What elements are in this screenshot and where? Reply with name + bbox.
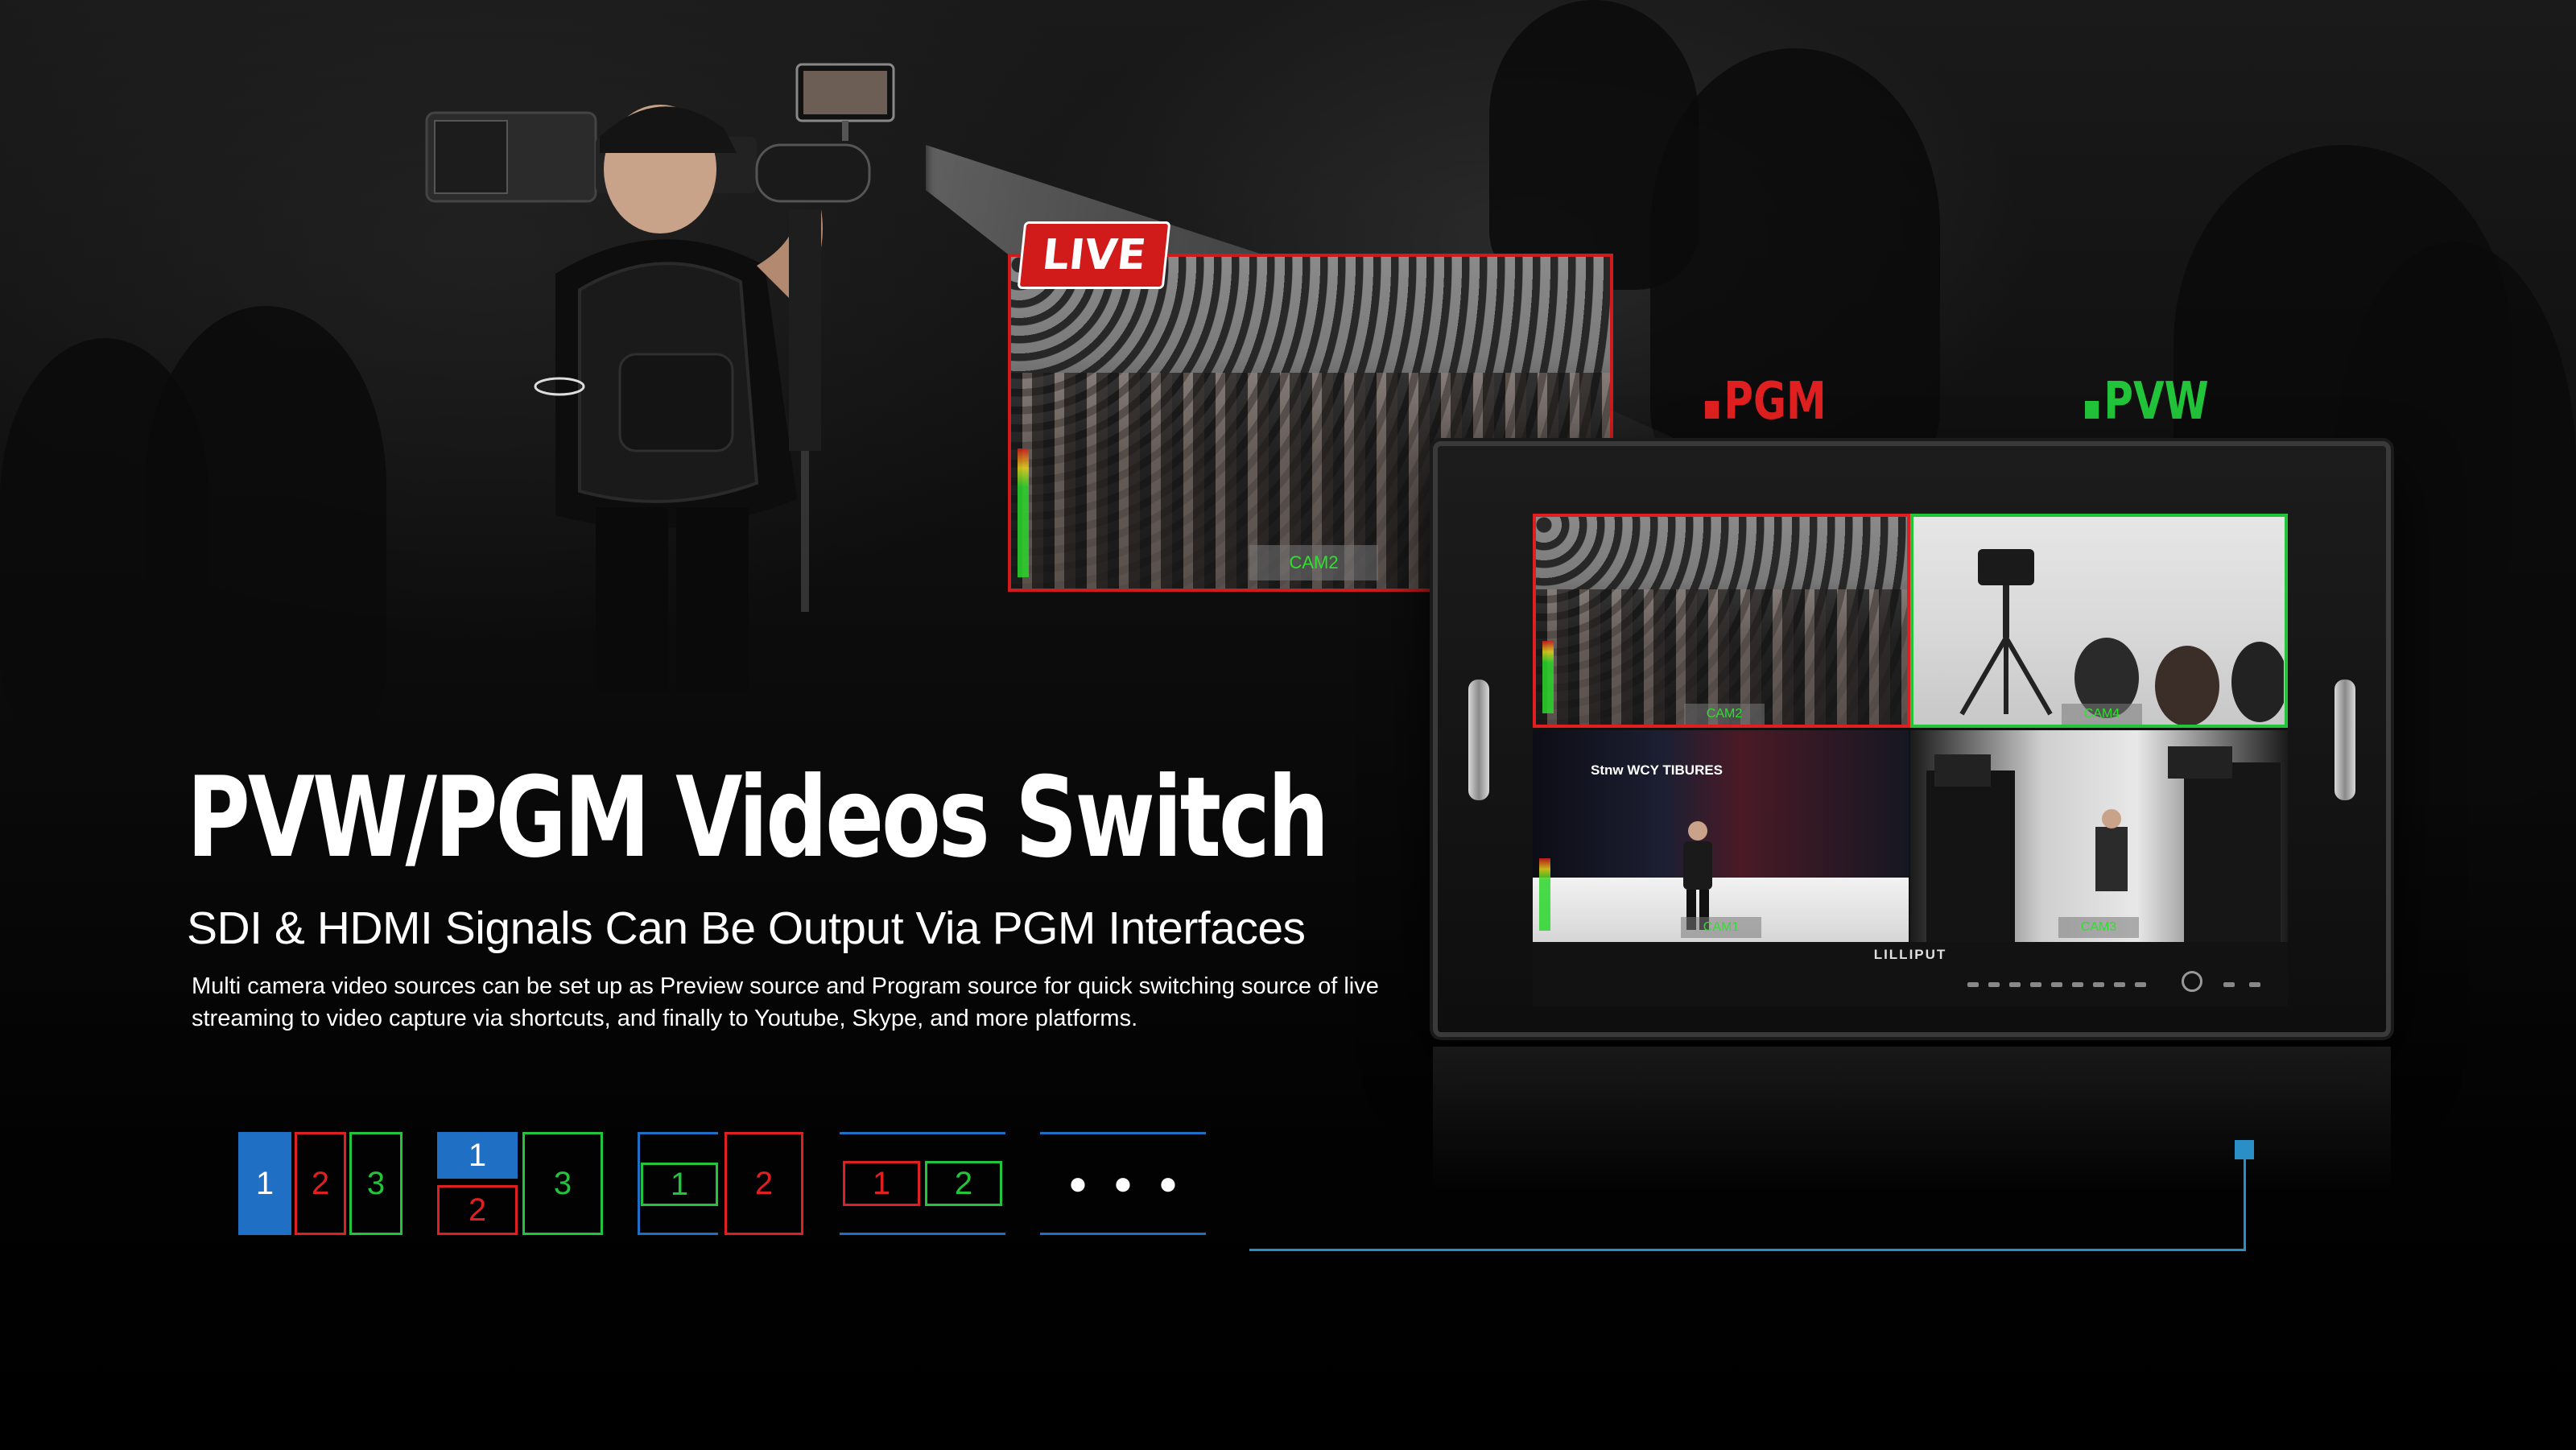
camera-operator-illustration (425, 63, 895, 692)
layout-cell-1: 1 (437, 1132, 518, 1179)
monitor-button[interactable] (2114, 982, 2125, 987)
bg-silhouette (145, 306, 386, 757)
crowd-scene (1536, 517, 1907, 725)
quad-camera-label: CAM3 (2058, 917, 2139, 938)
quad-cam1[interactable]: Stnw WCY TIBURES CAM1 (1533, 728, 1910, 942)
right-handle (2334, 680, 2355, 800)
pgm-tag: PGM (1705, 372, 1827, 432)
layout-cell-1: 1 (843, 1161, 920, 1206)
audio-meter (1539, 858, 1550, 931)
layout-icon-pip-left[interactable]: 1 2 (638, 1132, 807, 1235)
camera-operators-icon (1926, 746, 2281, 942)
quad-pvw[interactable]: CAM4 (1910, 514, 2288, 728)
stage-screen-text: Stnw WCY TIBURES (1591, 762, 1724, 778)
pgm-indicator-icon (1705, 401, 1719, 419)
monitor-button[interactable] (2093, 982, 2104, 987)
monitor-screen: CAM2 CAM4 Stnw WCY TIBURES CAM1 CAM3 (1533, 514, 2288, 942)
connector-line-horizontal (1249, 1249, 2246, 1251)
quad-camera-label: CAM1 (1681, 917, 1761, 938)
more-dot-icon: ● (1067, 1165, 1088, 1201)
monitor-reflection (1433, 1047, 2391, 1192)
description: Multi camera video sources can be set up… (192, 973, 1379, 1031)
layout-icon-side-by-side[interactable]: 1 2 (840, 1132, 1009, 1235)
monitor-button[interactable] (2135, 982, 2146, 987)
layout-icon-stacked-pair[interactable]: 1 2 3 (437, 1132, 606, 1235)
layout-cell-2: 2 (437, 1185, 518, 1235)
monitor-button[interactable] (1967, 982, 1979, 987)
power-button[interactable] (2223, 982, 2235, 987)
layout-icon-three-columns[interactable]: 1 2 3 (238, 1132, 407, 1235)
pvw-indicator-icon (2085, 401, 2099, 419)
pgm-tag-label: PGM (1724, 372, 1827, 432)
layout-icon-more[interactable]: ● ● ● (1040, 1132, 1209, 1235)
more-dot-icon: ● (1113, 1165, 1133, 1201)
layout-cell-3: 3 (349, 1132, 402, 1235)
layout-cell-2: 2 (295, 1132, 346, 1235)
live-camera-label: CAM2 (1249, 545, 1378, 580)
subheadline: SDI & HDMI Signals Can Be Output Via PGM… (187, 903, 1306, 954)
audio-meter (1542, 641, 1554, 713)
quad-pgm[interactable]: CAM2 (1533, 514, 1910, 728)
presenter-icon (1683, 821, 1712, 930)
pvw-tag: PVW (2085, 372, 2209, 432)
tripod-camera-icon (1959, 549, 2053, 716)
layout-cell-3: 3 (522, 1132, 603, 1235)
connector-line-vertical (2244, 1151, 2246, 1251)
more-dot-icon: ● (1158, 1165, 1179, 1201)
connector-endpoint-icon (2235, 1140, 2254, 1159)
promo-banner: LIVE CAM2 PGM PVW CAM2 CAM4 Stnw WCY TIB… (0, 0, 2576, 1450)
layout-cell-1: 1 (641, 1163, 718, 1206)
multiview-monitor: CAM2 CAM4 Stnw WCY TIBURES CAM1 CAM3 LIL… (1433, 441, 2391, 1037)
headline: PVW/PGM Videos Switch (187, 753, 1329, 882)
quad-camera-label: CAM4 (2062, 704, 2142, 725)
monitor-button[interactable] (2072, 982, 2083, 987)
monitor-button[interactable] (2030, 982, 2041, 987)
monitor-button[interactable] (2249, 982, 2260, 987)
monitor-button[interactable] (1988, 982, 2000, 987)
rotary-knob-icon[interactable] (2182, 971, 2202, 992)
audio-meter (1018, 448, 1029, 577)
monitor-button[interactable] (2051, 982, 2062, 987)
layout-cell-2: 2 (925, 1161, 1002, 1206)
layout-cell-2: 2 (724, 1132, 803, 1235)
live-badge: LIVE (1017, 221, 1171, 289)
brand-logo: LILLIPUT (1873, 947, 1947, 962)
left-handle (1468, 680, 1489, 800)
monitor-button[interactable] (2009, 982, 2021, 987)
pvw-tag-label: PVW (2103, 372, 2209, 432)
layout-cell-1: 1 (238, 1132, 291, 1235)
quad-cam3[interactable]: CAM3 (1910, 728, 2288, 942)
monitor-bezel: LILLIPUT (1533, 942, 2288, 1006)
quad-camera-label: CAM2 (1684, 704, 1765, 725)
bg-silhouette (1489, 0, 1699, 290)
